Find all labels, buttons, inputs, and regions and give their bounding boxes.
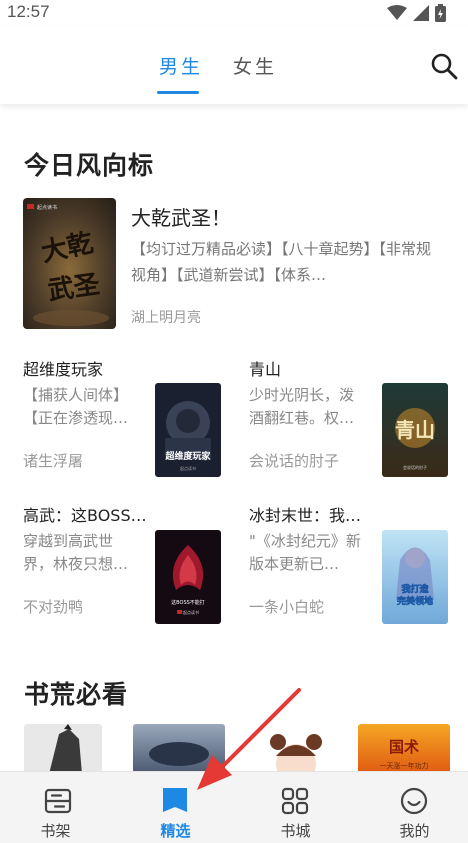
featured-book-title[interactable]: 大乾武圣！: [131, 202, 231, 231]
svg-text:起点读书: 起点读书: [180, 465, 196, 471]
featured-book-desc: 【均订过万精品必读】【八十章起势】【非常规视角】【武道新尝试】【体系…: [131, 240, 432, 284]
book-desc: "《冰封纪元》新版本更新已…: [249, 532, 361, 573]
book-cover[interactable]: 超维度玩家 起点读书: [155, 383, 221, 477]
book-cover[interactable]: 国术 一天涨一年功力: [358, 724, 450, 774]
nav-label-featured: 精选: [160, 822, 191, 840]
book-author: 会说话的肘子: [249, 452, 340, 470]
section-title-must-read: 书荒必看: [24, 680, 129, 709]
featured-book-author: 湖上明月亮: [131, 310, 201, 326]
book-author: 诸生浮屠: [23, 452, 84, 470]
book-author: 一条小白蛇: [249, 598, 325, 616]
book-cover[interactable]: [250, 724, 342, 774]
status-icons: [387, 4, 446, 22]
status-bar: 12:57: [0, 0, 468, 26]
svg-text:起点读书: 起点读书: [37, 204, 57, 211]
nav-bookshelf[interactable]: 书架: [0, 772, 117, 843]
svg-text:青山: 青山: [395, 418, 435, 442]
book-author: 不对劲鸭: [23, 598, 84, 616]
book-title[interactable]: 冰封末世：我…: [249, 502, 367, 526]
nav-me[interactable]: 我的: [356, 772, 468, 843]
svg-text:起点读书: 起点读书: [183, 609, 199, 615]
svg-text:完美领地: 完美领地: [397, 595, 433, 607]
book-cover[interactable]: 我打造 完美领地: [382, 530, 448, 624]
bookmark-icon: [163, 788, 187, 812]
book-title[interactable]: 高武：这BOSS…: [23, 502, 148, 526]
grid-icon: [281, 787, 309, 815]
battery-icon: [435, 4, 446, 22]
tab-male[interactable]: 男生: [159, 52, 203, 79]
top-tab-bar: 男生 女生: [0, 26, 468, 104]
bottom-nav: 书架 精选 书城 我的: [0, 771, 468, 843]
signal-icon: [413, 5, 429, 21]
tab-female[interactable]: 女生: [233, 52, 277, 79]
svg-text:会说话的肘子: 会说话的肘子: [403, 464, 427, 470]
nav-label-bookstore: 书城: [280, 822, 311, 840]
svg-text:我打造: 我打造: [401, 583, 429, 595]
smiley-icon: [400, 787, 428, 815]
nav-label-me: 我的: [399, 822, 430, 840]
book-cover[interactable]: [24, 724, 102, 774]
book-title[interactable]: 超维度玩家: [23, 356, 213, 380]
featured-book-cover[interactable]: 起点读书 大乾 武圣: [23, 198, 116, 329]
svg-text:这BOSS不能打: 这BOSS不能打: [171, 599, 205, 606]
book-cover[interactable]: [133, 724, 225, 774]
book-cover[interactable]: 这BOSS不能打 起点读书: [155, 530, 221, 624]
strip-cover-text: 国术: [389, 738, 419, 756]
nav-featured[interactable]: 精选: [117, 772, 234, 843]
strip-cover-subtext: 一天涨一年功力: [380, 761, 429, 770]
wifi-icon: [387, 5, 407, 20]
book-desc: 【捕获人间体】【正在渗透现…: [23, 386, 129, 427]
active-tab-indicator: [157, 91, 199, 94]
section-title-wind-vane: 今日风向标: [24, 151, 155, 180]
bookshelf-icon: [44, 788, 72, 814]
book-cover[interactable]: 青山 会说话的肘子: [382, 383, 448, 477]
search-icon[interactable]: [430, 52, 458, 80]
nav-bookstore[interactable]: 书城: [237, 772, 354, 843]
status-time: 12:57: [7, 2, 50, 21]
book-desc: 少时光阴长，泼酒翻红巷。权…: [249, 386, 355, 427]
nav-label-bookshelf: 书架: [40, 822, 71, 840]
book-desc: 穿越到高武世界，林夜只想…: [23, 532, 129, 573]
svg-text:超维度玩家: 超维度玩家: [164, 450, 211, 462]
book-title[interactable]: 青山: [249, 356, 439, 380]
